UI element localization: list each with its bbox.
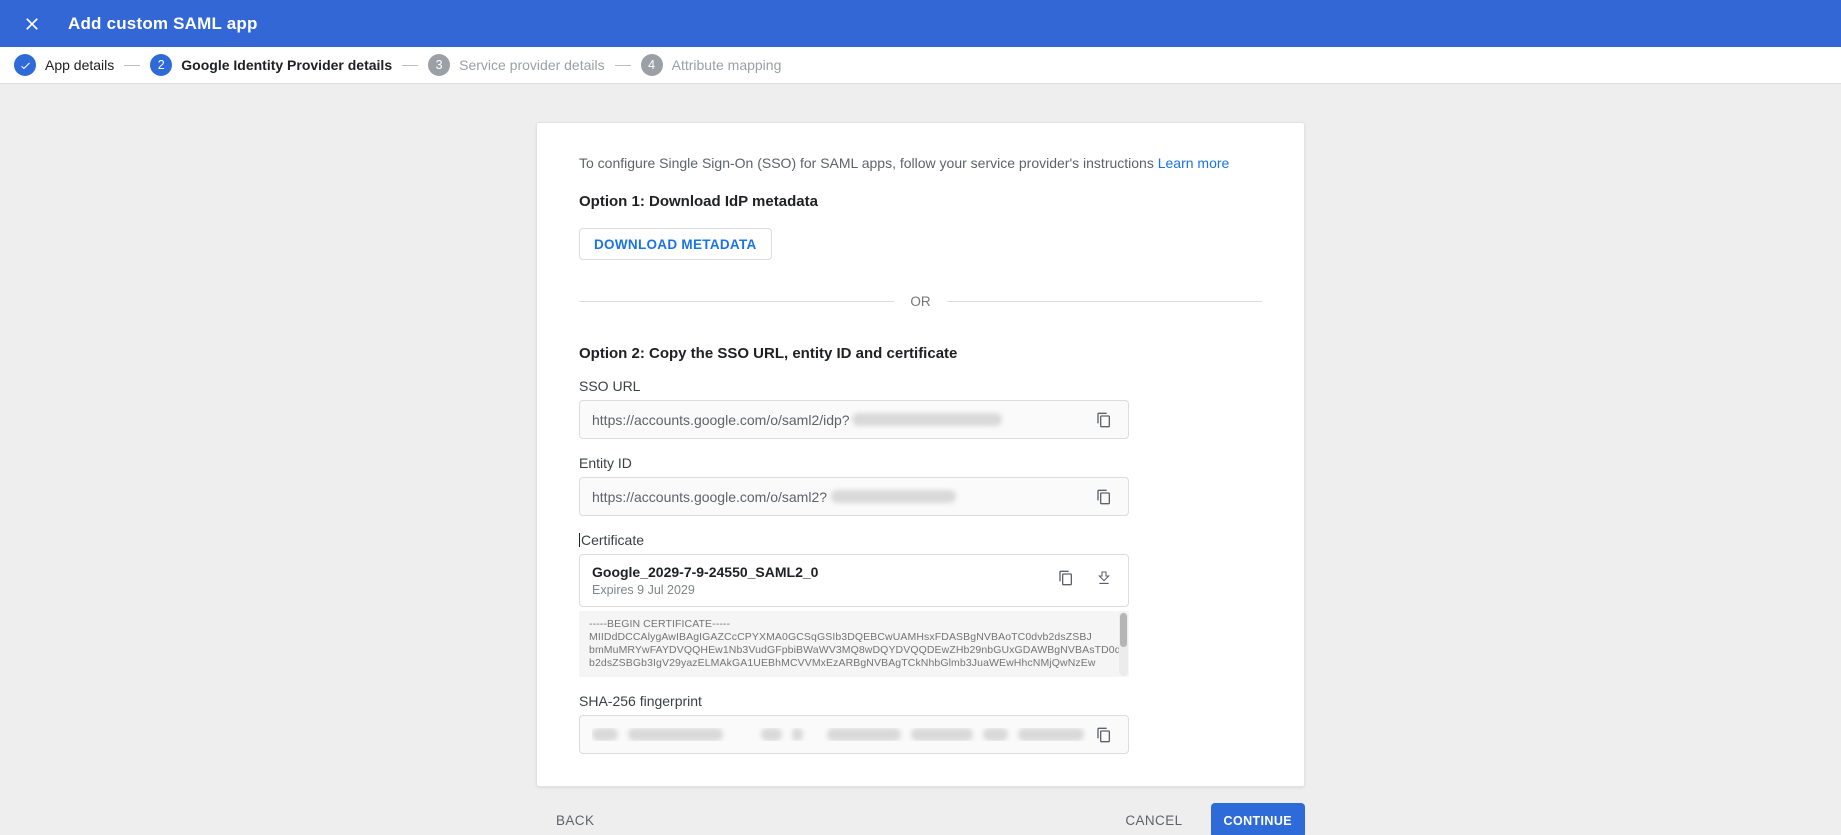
certificate-expiry: Expires 9 Jul 2029 — [592, 583, 695, 597]
redacted-value — [791, 728, 804, 741]
sha256-field[interactable] — [579, 715, 1129, 754]
step-app-details[interactable]: App details — [14, 54, 114, 76]
step-completed-check-icon — [14, 54, 36, 76]
copy-icon[interactable] — [1054, 566, 1078, 590]
scrollbar-track[interactable] — [1119, 612, 1128, 676]
sso-url-field[interactable]: https://accounts.google.com/o/saml2/idp? — [579, 400, 1129, 439]
redacted-value — [628, 728, 723, 741]
sso-url-label: SSO URL — [579, 378, 641, 394]
step-label: Service provider details — [459, 57, 605, 73]
pem-line: MIIDdDCCAlygAwIBAgIGAZCcCPYXMA0GCSqGSIb3… — [589, 631, 1092, 643]
certificate-label: Certificate — [579, 532, 1262, 548]
divider-line — [946, 301, 1262, 302]
copy-icon-glyph — [1097, 489, 1110, 504]
option1-heading: Option 1: Download IdP metadata — [579, 193, 818, 210]
download-metadata-button[interactable]: DOWNLOAD METADATA — [579, 228, 772, 260]
certificate-actions — [1054, 564, 1116, 597]
pem-line: -----BEGIN CERTIFICATE----- — [589, 618, 731, 630]
certificate-card[interactable]: Google_2029-7-9-24550_SAML2_0 Expires 9 … — [579, 554, 1129, 607]
close-icon-glyph — [26, 17, 38, 30]
step-number-badge: 4 — [640, 54, 663, 76]
intro-text: To configure Single Sign-On (SSO) for SA… — [579, 155, 1262, 171]
redacted-fingerprint — [592, 728, 1092, 741]
redacted-value — [592, 728, 619, 741]
step-service-provider-details: 3 Service provider details — [428, 54, 605, 76]
pem-line: b2dsZSBGb3IgV29yazELMAkGA1UEBhMCVVMxEzAR… — [589, 657, 1096, 669]
step-number-badge: 2 — [150, 54, 173, 76]
cancel-button[interactable]: CANCEL — [1111, 804, 1196, 835]
redacted-value — [831, 490, 957, 503]
sso-url-value: https://accounts.google.com/o/saml2/idp? — [592, 411, 850, 428]
download-icon[interactable] — [1092, 566, 1116, 590]
copy-icon[interactable] — [1092, 485, 1116, 509]
redacted-value — [910, 728, 974, 741]
or-divider: OR — [579, 294, 1262, 309]
divider-line — [579, 301, 895, 302]
redacted-value — [1017, 728, 1085, 741]
step-label: App details — [45, 57, 115, 73]
dialog-title: Add custom SAML app — [68, 13, 258, 33]
copy-icon[interactable] — [1092, 723, 1116, 747]
copy-icon[interactable] — [1092, 408, 1116, 432]
copy-icon-glyph — [1097, 412, 1110, 427]
certificate-pem-viewer[interactable]: -----BEGIN CERTIFICATE----- MIIDdDCCAlyg… — [579, 611, 1129, 677]
scrollbar-thumb[interactable] — [1120, 613, 1127, 647]
main-content: To configure Single Sign-On (SSO) for SA… — [0, 84, 1841, 835]
wizard-footer: BACK CANCEL CONTINUE — [536, 803, 1305, 835]
certificate-label-text: Certificate — [581, 532, 645, 548]
option2-heading: Option 2: Copy the SSO URL, entity ID an… — [579, 345, 958, 362]
divider-label: OR — [910, 294, 931, 309]
certificate-info: Google_2029-7-9-24550_SAML2_0 Expires 9 … — [592, 564, 818, 597]
entity-id-label: Entity ID — [579, 455, 632, 471]
step-connector — [614, 64, 631, 66]
step-attribute-mapping: 4 Attribute mapping — [640, 54, 782, 76]
continue-button[interactable]: CONTINUE — [1210, 803, 1305, 835]
back-button[interactable]: BACK — [550, 804, 608, 835]
step-connector — [124, 64, 141, 66]
dialog-header: Add custom SAML app — [0, 0, 1841, 47]
redacted-value — [851, 413, 1002, 426]
pem-line: bmMuMRYwFAYDVQQHEw1Nb3VudGFpbiBWaWV3MQ8w… — [589, 644, 1127, 656]
footer-right-actions: CANCEL CONTINUE — [1111, 803, 1305, 835]
step-label: Google Identity Provider details — [181, 57, 393, 73]
copy-icon-glyph — [1059, 570, 1072, 586]
certificate-name: Google_2029-7-9-24550_SAML2_0 — [592, 564, 819, 580]
step-number-badge: 3 — [428, 54, 451, 76]
wizard-stepper: App details 2 Google Identity Provider d… — [0, 47, 1841, 84]
redacted-value — [761, 728, 782, 741]
download-icon-glyph — [1098, 571, 1110, 584]
entity-id-field[interactable]: https://accounts.google.com/o/saml2? — [579, 477, 1129, 516]
close-icon[interactable] — [18, 10, 46, 38]
copy-icon-glyph — [1097, 727, 1110, 742]
redacted-value — [983, 728, 1008, 741]
intro-text-body: To configure Single Sign-On (SSO) for SA… — [579, 155, 1154, 171]
step-label: Attribute mapping — [671, 57, 782, 73]
step-connector — [402, 64, 419, 66]
learn-more-link[interactable]: Learn more — [1158, 155, 1230, 171]
idp-details-card: To configure Single Sign-On (SSO) for SA… — [536, 122, 1305, 787]
entity-id-value: https://accounts.google.com/o/saml2? — [592, 488, 828, 505]
text-caret — [579, 533, 580, 547]
step-google-idp-details[interactable]: 2 Google Identity Provider details — [150, 54, 392, 76]
sha256-label: SHA-256 fingerprint — [579, 693, 702, 709]
redacted-value — [827, 728, 901, 741]
